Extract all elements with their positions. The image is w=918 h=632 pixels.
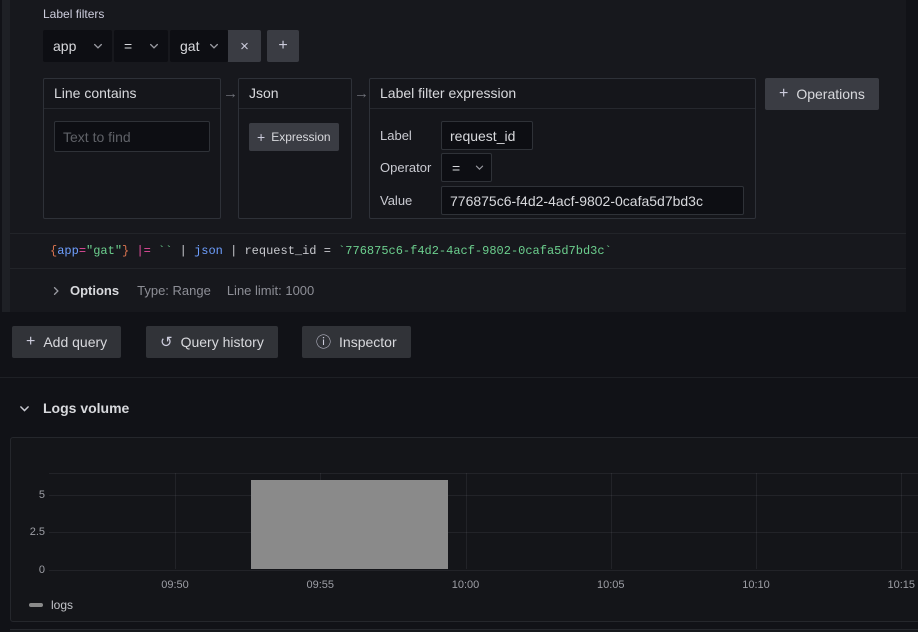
- options-line-limit: Line limit: 1000: [227, 283, 314, 298]
- gridline: [901, 473, 902, 570]
- gridline: [49, 495, 918, 496]
- inspector-button[interactable]: ⓘ Inspector: [302, 326, 411, 358]
- legend-label-logs[interactable]: logs: [51, 598, 73, 612]
- logs-volume-chart: 0 2.5 5 09:50 09:55 10:00 10:05 10:10 10:15: [11, 438, 918, 594]
- x-tick-label: 09:50: [150, 578, 200, 592]
- x-tick-label: 10:15: [876, 578, 918, 592]
- chevron-down-icon: [92, 40, 104, 52]
- section-divider: [0, 377, 918, 378]
- operation-title: Line contains: [54, 85, 137, 101]
- label-field-input[interactable]: [441, 121, 533, 150]
- label-filter-key-value: app: [53, 38, 76, 54]
- query-preview-text: {app="gat"} |= `` | json | request_id = …: [50, 244, 612, 258]
- add-label-filter-button[interactable]: +: [267, 30, 299, 62]
- query-token-label: app: [57, 244, 79, 258]
- pane-resize-handle[interactable]: [2, 0, 10, 312]
- options-row-toggle[interactable]: Options Type: Range Line limit: 1000: [10, 268, 906, 312]
- operation-line-contains: Line contains: [43, 78, 221, 219]
- legend: logs: [29, 595, 73, 615]
- chevron-down-icon: [208, 40, 220, 52]
- operation-title: Json: [249, 85, 279, 101]
- arrow-right-icon: →: [354, 86, 368, 102]
- logs-volume-section-toggle[interactable]: Logs volume: [18, 393, 129, 423]
- query-token-plain: [151, 244, 158, 258]
- label-filter-key-select[interactable]: app: [43, 30, 112, 62]
- label-filter-operator-select[interactable]: =: [114, 30, 168, 62]
- label-filter-value-select[interactable]: gat: [170, 30, 228, 62]
- options-label: Options: [70, 283, 119, 298]
- operator-field-label: Operator: [380, 153, 431, 182]
- operation-json: Json + Expression: [238, 78, 352, 219]
- operations-button[interactable]: + Operations: [765, 78, 879, 110]
- operation-header: Json: [239, 79, 351, 109]
- value-field-label: Value: [380, 186, 412, 215]
- info-icon: ⓘ: [316, 335, 331, 350]
- gridline: [49, 570, 918, 571]
- operation-label-filter-expression: Label filter expression Label Operator =…: [369, 78, 756, 219]
- y-tick-label: 0: [11, 563, 45, 577]
- logs-volume-title: Logs volume: [43, 400, 129, 416]
- y-tick-label: 2.5: [11, 525, 45, 539]
- label-field-label: Label: [380, 121, 412, 150]
- operation-header: Label filter expression: [370, 79, 755, 109]
- x-tick-label: 09:55: [295, 578, 345, 592]
- x-tick-label: 10:05: [586, 578, 636, 592]
- query-token-op: |=: [136, 244, 150, 258]
- value-field-input[interactable]: [441, 186, 744, 215]
- remove-label-filter-button[interactable]: ×: [228, 30, 261, 62]
- query-editor: Label filters app = gat × + Line contain…: [10, 0, 906, 312]
- logs-volume-bar[interactable]: [251, 480, 449, 569]
- chevron-down-icon: [18, 402, 31, 415]
- query-history-button[interactable]: ↺ Query history: [146, 326, 278, 358]
- gridline: [611, 473, 612, 570]
- gridline: [49, 473, 918, 474]
- query-token-string: ``: [158, 244, 172, 258]
- legend-swatch-logs: [29, 603, 43, 607]
- plus-icon: +: [779, 86, 788, 102]
- plus-icon: +: [26, 334, 35, 350]
- x-tick-label: 10:10: [731, 578, 781, 592]
- options-type: Type: Range: [137, 283, 211, 298]
- history-icon: ↺: [160, 335, 173, 350]
- chevron-down-icon: [148, 40, 160, 52]
- arrow-right-icon: →: [223, 86, 237, 102]
- label-filter-operator-value: =: [124, 38, 132, 54]
- query-preview: {app="gat"} |= `` | json | request_id = …: [10, 233, 906, 268]
- chevron-right-icon: [50, 285, 62, 297]
- operator-field-select[interactable]: =: [441, 153, 492, 182]
- add-expression-button[interactable]: + Expression: [249, 123, 339, 151]
- gridline: [49, 532, 918, 533]
- operation-header: Line contains: [44, 79, 220, 109]
- chevron-down-icon: [474, 162, 485, 173]
- plus-icon: +: [278, 38, 287, 54]
- label-filter-value-value: gat: [180, 38, 199, 54]
- query-token-plain: request_id =: [244, 244, 338, 258]
- add-query-button[interactable]: + Add query: [12, 326, 121, 358]
- x-tick-label: 10:00: [441, 578, 491, 592]
- query-token-string: "gat": [86, 244, 122, 258]
- line-contains-input[interactable]: [54, 121, 210, 152]
- query-token-plain: |: [172, 244, 194, 258]
- gridline: [175, 473, 176, 570]
- close-icon: ×: [240, 38, 249, 55]
- query-token-op: =: [79, 244, 86, 258]
- query-token-plain: |: [223, 244, 245, 258]
- gridline: [756, 473, 757, 570]
- logs-volume-panel: 0 2.5 5 09:50 09:55 10:00 10:05 10:10 10:15 logs: [10, 437, 918, 622]
- label-filters-title: Label filters: [43, 7, 104, 21]
- operation-title: Label filter expression: [380, 85, 516, 101]
- y-tick-label: 5: [11, 488, 45, 502]
- plus-icon: +: [257, 130, 265, 144]
- gridline: [466, 473, 467, 570]
- query-token-parser: json: [194, 244, 223, 258]
- query-token-string: `776875c6-f4d2-4acf-9802-0cafa5d7bd3c`: [338, 244, 612, 258]
